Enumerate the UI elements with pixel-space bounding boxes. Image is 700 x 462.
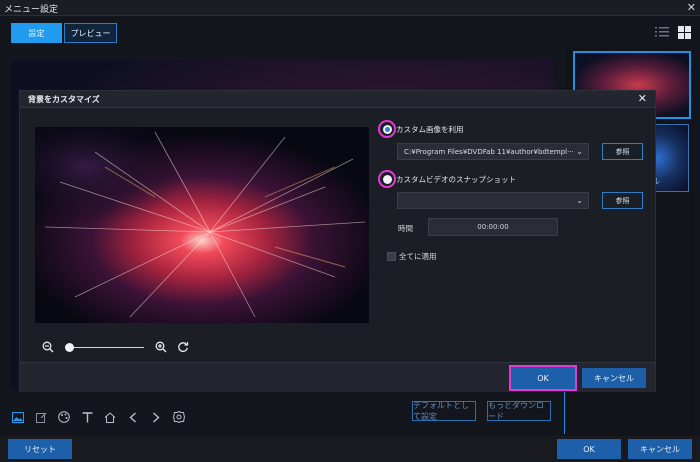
rotate-icon[interactable] xyxy=(177,341,189,353)
chevron-down-icon: ⌄ xyxy=(576,196,583,205)
title-bar: メニュー設定 ✕ xyxy=(0,0,700,16)
browse-video-button[interactable]: 参照 xyxy=(602,192,643,209)
dialog-ok-button[interactable]: OK xyxy=(509,365,577,391)
dialog-header: 背景をカスタマイズ ✕ xyxy=(20,91,655,108)
apply-all-label: 全てに適用 xyxy=(399,252,437,261)
cancel-button[interactable]: キャンセル xyxy=(628,439,692,459)
custom-video-radio[interactable] xyxy=(382,174,392,184)
dialog-close-icon[interactable]: ✕ xyxy=(638,92,647,105)
prev-icon[interactable] xyxy=(126,410,140,424)
browse-image-button[interactable]: 参照 xyxy=(602,143,643,160)
radio-highlight xyxy=(378,120,396,138)
zoom-out-icon[interactable] xyxy=(42,341,54,353)
custom-image-label: カスタム画像を利用 xyxy=(396,124,464,134)
zoom-slider-track[interactable] xyxy=(69,347,144,348)
dialog-cancel-button[interactable]: キャンセル xyxy=(582,368,646,388)
chevron-down-icon: ⌄ xyxy=(576,147,583,156)
radio-highlight xyxy=(378,170,396,188)
time-label: 時間 xyxy=(398,224,413,233)
background-image-preview[interactable] xyxy=(35,127,369,323)
set-default-button[interactable]: デフォルトとして設定 xyxy=(412,401,476,421)
home-icon[interactable] xyxy=(103,410,117,424)
list-view-icon[interactable] xyxy=(655,26,669,38)
image-icon[interactable] xyxy=(11,410,25,424)
window-title: メニュー設定 xyxy=(4,5,59,15)
time-input[interactable]: 00:00:00 xyxy=(428,218,558,236)
settings-icon[interactable] xyxy=(172,410,186,424)
text-icon[interactable] xyxy=(80,410,94,424)
custom-image-path: C:¥Program Files¥DVDFab 11¥author¥bdtemp… xyxy=(404,147,574,156)
scroll-indicator xyxy=(564,392,565,434)
palette-icon[interactable] xyxy=(57,410,71,424)
zoom-controls xyxy=(42,341,192,355)
close-icon[interactable]: ✕ xyxy=(687,1,696,14)
apply-all-checkbox[interactable] xyxy=(387,252,396,261)
customize-background-dialog: 背景をカスタマイズ ✕ カスタム画像を利用 C:¥Program Files¥D… xyxy=(19,90,656,392)
ok-button[interactable]: OK xyxy=(557,439,621,459)
edit-toolbar xyxy=(11,409,186,425)
custom-video-label: カスタムビデオのスナップショット xyxy=(396,174,516,184)
next-icon[interactable] xyxy=(149,410,163,424)
custom-video-path-select[interactable]: ⌄ xyxy=(397,192,589,209)
dialog-title: 背景をカスタマイズ xyxy=(28,95,100,104)
apply-all-option[interactable]: 全てに適用 xyxy=(387,251,437,262)
zoom-in-icon[interactable] xyxy=(155,341,167,353)
custom-image-radio[interactable] xyxy=(382,124,392,134)
custom-image-option[interactable]: カスタム画像を利用 xyxy=(378,120,464,138)
space-background-image xyxy=(35,127,369,323)
custom-image-path-select[interactable]: C:¥Program Files¥DVDFab 11¥author¥bdtemp… xyxy=(397,143,589,160)
zoom-slider-handle[interactable] xyxy=(65,343,74,352)
tab-settings[interactable]: 設定 xyxy=(11,23,62,43)
tab-preview[interactable]: プレビュー xyxy=(64,23,117,43)
reset-button[interactable]: リセット xyxy=(8,439,72,459)
edit-icon[interactable] xyxy=(34,410,48,424)
custom-video-option[interactable]: カスタムビデオのスナップショット xyxy=(378,170,516,188)
download-more-button[interactable]: もっとダウンロード xyxy=(487,401,551,421)
grid-view-icon[interactable] xyxy=(678,26,691,39)
